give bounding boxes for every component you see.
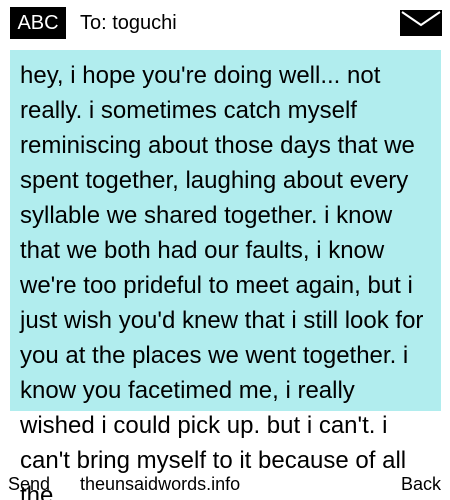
envelope-icon	[400, 10, 442, 36]
site-watermark: theunsaidwords.info	[80, 474, 241, 494]
compose-screen: ABC To: toguchi hey, i hope you're doing…	[0, 0, 450, 500]
compose-header: ABC To: toguchi	[0, 0, 450, 46]
input-mode-indicator[interactable]: ABC	[10, 7, 66, 39]
recipient-field[interactable]: To: toguchi	[80, 8, 177, 38]
softkey-bar: Send theunsaidwords.info Back	[0, 472, 450, 500]
send-button[interactable]: Send	[8, 472, 50, 496]
message-body[interactable]: hey, i hope you're doing well... not rea…	[20, 58, 435, 500]
back-button[interactable]: Back	[401, 472, 441, 496]
